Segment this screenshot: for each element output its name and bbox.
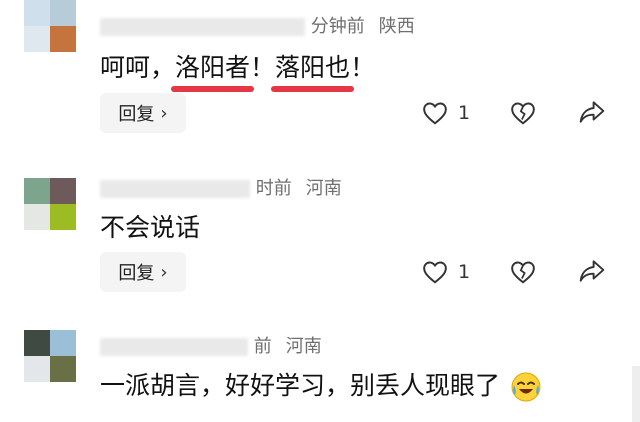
heart-outline-icon: [423, 102, 447, 125]
red-underline: [171, 86, 255, 92]
comment-meta: 时前 河南: [100, 174, 342, 200]
dislike-button[interactable]: [510, 260, 536, 284]
chevron-right-icon: ›: [160, 102, 168, 124]
heart-outline-icon: [423, 261, 447, 284]
share-arrow-icon: [579, 101, 605, 123]
crying-laughing-emoji: [511, 372, 541, 402]
username-blurred: [100, 338, 248, 356]
like-button[interactable]: 1: [422, 101, 470, 125]
avatar[interactable]: [24, 178, 76, 230]
reply-button[interactable]: 回复 ›: [100, 93, 186, 133]
chevron-right-icon: ›: [160, 261, 168, 283]
comment-meta: 前河南: [100, 332, 322, 358]
comment-item: 前河南 一派胡言，好好学习，别丢人现眼了: [0, 320, 640, 422]
highlighted-phrase: 洛阳者: [171, 48, 255, 92]
comment-item: 分钟前 陕西 呵呵，洛阳者 ！落阳也！ 回复 › 1: [0, 0, 640, 150]
scrollbar[interactable]: [632, 366, 640, 422]
reply-button[interactable]: 回复 ›: [100, 252, 186, 292]
broken-heart-icon: [511, 102, 535, 125]
comment-location: 陕西: [378, 16, 415, 37]
comment-location: 河南: [305, 178, 342, 199]
share-button[interactable]: [578, 99, 606, 125]
comment-time: 分钟前: [310, 16, 365, 37]
comment-text: 呵呵，洛阳者 ！落阳也！: [100, 48, 375, 92]
comment-meta: 分钟前 陕西: [100, 12, 415, 38]
username-blurred: [100, 18, 305, 36]
broken-heart-icon: [511, 261, 535, 284]
username-blurred: [100, 180, 250, 198]
like-count: 1: [458, 102, 471, 124]
comment-time: 前: [253, 336, 272, 357]
like-count: 1: [458, 261, 471, 283]
comment-text: 一派胡言，好好学习，别丢人现眼了: [100, 366, 542, 403]
comment-location: 河南: [285, 336, 322, 357]
like-button[interactable]: 1: [422, 260, 470, 284]
dislike-button[interactable]: [510, 101, 536, 125]
share-button[interactable]: [578, 258, 606, 284]
red-underline: [271, 86, 355, 92]
comment-item: 时前 河南 不会说话 回复 › 1: [0, 160, 640, 310]
avatar[interactable]: [24, 330, 76, 382]
avatar[interactable]: [24, 0, 76, 52]
comment-time: 时前: [255, 178, 292, 199]
comment-text: 不会说话: [100, 213, 201, 242]
highlighted-phrase: 落阳也: [271, 48, 355, 92]
share-arrow-icon: [579, 260, 605, 282]
